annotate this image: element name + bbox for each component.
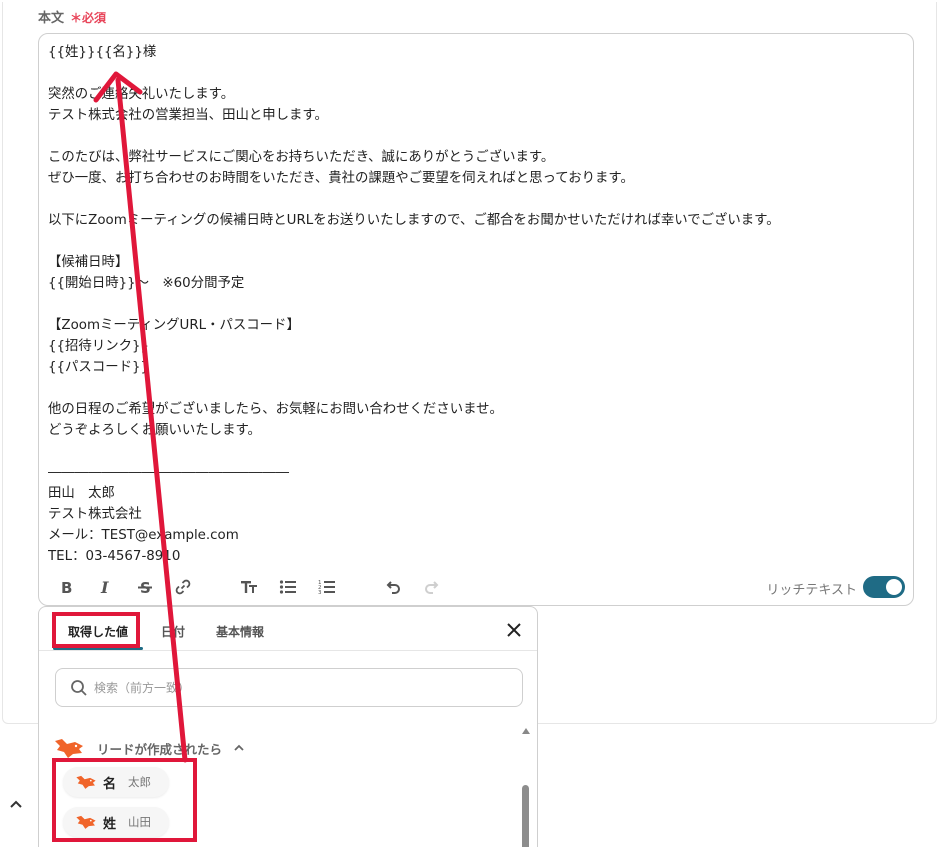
variable-sample-value: 太郎 [128, 775, 152, 789]
fox-icon [76, 775, 96, 789]
variable-sample-value: 山田 [128, 815, 152, 829]
strikethrough-icon: S [138, 579, 152, 596]
scroll-up-arrow[interactable] [522, 728, 530, 734]
redo-button[interactable] [421, 576, 443, 598]
editor-line: 以下にZoomミーティングの候補日時とURLをお送りいたしますので、ご都合をお聞… [48, 213, 780, 228]
body-field-label: 本文 ＊必須 [38, 7, 106, 26]
editor-line: {{開始日時}}～ ※60分間予定 [48, 276, 245, 291]
required-text: 必須 [82, 11, 107, 25]
undo-icon [386, 581, 400, 594]
svg-text:I: I [100, 578, 109, 596]
tab-date[interactable]: 日付 [161, 623, 185, 640]
required-mark: ＊ [70, 11, 83, 25]
italic-button[interactable]: I [94, 576, 116, 598]
text-size-button[interactable] [238, 576, 260, 598]
redo-icon [425, 581, 439, 594]
tab-fetched-values[interactable]: 取得した値 [68, 623, 128, 640]
variable-item-first-name[interactable]: 名 太郎 [63, 767, 170, 797]
tab-basic-info[interactable]: 基本情報 [216, 623, 264, 640]
variable-picker-popup: 取得した値 日付 基本情報 リードが作成されたら 名 太郎 姓 山田 [38, 606, 538, 847]
picker-search [55, 668, 523, 707]
editor-line: 他の日程のご希望がございましたら、お気軽にお問い合わせくださいませ。 [48, 402, 503, 417]
text-size-icon [241, 581, 257, 593]
editor-toolbar: B I S 123 リッチテキスト [39, 566, 913, 606]
editor-line: ぜひ一度、お打ち合わせのお時間をいただき、貴社の課題やご要望を伺えればと思ってお… [48, 171, 634, 186]
scroll-thumb[interactable] [522, 785, 529, 847]
rich-text-label: リッチテキスト [766, 583, 857, 598]
bullet-list-button[interactable] [277, 576, 299, 598]
fox-icon [55, 739, 83, 758]
group-label: リードが作成されたら [97, 741, 223, 757]
editor-text-area[interactable]: {{姓}}{{名}}様突然のご連絡失礼いたします。テスト株式会社の営業担当、田山… [48, 42, 898, 564]
close-icon[interactable] [505, 621, 523, 639]
required-indicator: ＊必須 [70, 11, 106, 25]
numbered-list-button[interactable]: 123 [316, 576, 338, 598]
editor-line: {{姓}}{{名}}様 [48, 45, 157, 60]
search-icon [71, 680, 87, 696]
editor-line: TEL：03-4567-8910 [48, 549, 181, 564]
editor-line: {{パスコード}} [48, 360, 150, 375]
editor-line: このたびは、弊社サービスにご関心をお持ちいただき、誠にありがとうございます。 [48, 150, 555, 165]
picker-scrollbar[interactable] [521, 725, 531, 847]
bold-icon: B [61, 579, 72, 596]
chevron-up-icon[interactable] [8, 796, 24, 812]
editor-line: ―――――――――――――――――― [48, 465, 290, 480]
variable-name: 姓 [103, 816, 117, 832]
strikethrough-button[interactable]: S [134, 576, 156, 598]
editor-line: テスト株式会社 [48, 507, 142, 522]
search-input[interactable] [94, 677, 504, 699]
italic-icon: I [100, 578, 109, 596]
svg-text:B: B [61, 579, 72, 596]
fox-icon [76, 815, 96, 829]
active-tab-indicator [53, 647, 143, 650]
undo-button[interactable] [382, 576, 404, 598]
link-button[interactable] [172, 576, 194, 598]
editor-line: {{招待リンク}} [48, 339, 150, 354]
body-label-text: 本文 [38, 11, 65, 26]
bullet-list-icon [279, 580, 296, 594]
rich-text-toggle[interactable] [863, 576, 905, 598]
editor-line: どうぞよろしくお願いいたします。 [48, 423, 261, 438]
editor-line: 突然のご連絡失礼いたします。 [48, 87, 235, 102]
variable-item-last-name[interactable]: 姓 山田 [63, 807, 170, 837]
bold-button[interactable]: B [55, 576, 77, 598]
editor-line: 田山 太郎 [48, 486, 115, 501]
chevron-up-icon[interactable] [232, 741, 246, 755]
link-icon [175, 579, 191, 595]
numbered-list-icon: 123 [318, 580, 335, 596]
group-lead-created[interactable]: リードが作成されたら [53, 733, 246, 763]
toggle-knob [886, 579, 902, 595]
editor-line: テスト株式会社の営業担当、田山と申します。 [48, 108, 328, 123]
body-editor[interactable]: {{姓}}{{名}}様突然のご連絡失礼いたします。テスト株式会社の営業担当、田山… [38, 33, 914, 606]
variable-name: 名 [103, 776, 117, 792]
editor-line: 【候補日時】 [48, 255, 129, 270]
editor-line: 【ZoomミーティングURL・パスコード】 [48, 318, 300, 333]
svg-text:3: 3 [318, 590, 322, 596]
picker-tabs: 取得した値 日付 基本情報 [39, 607, 537, 651]
editor-line: メール：TEST@example.com [48, 528, 239, 543]
